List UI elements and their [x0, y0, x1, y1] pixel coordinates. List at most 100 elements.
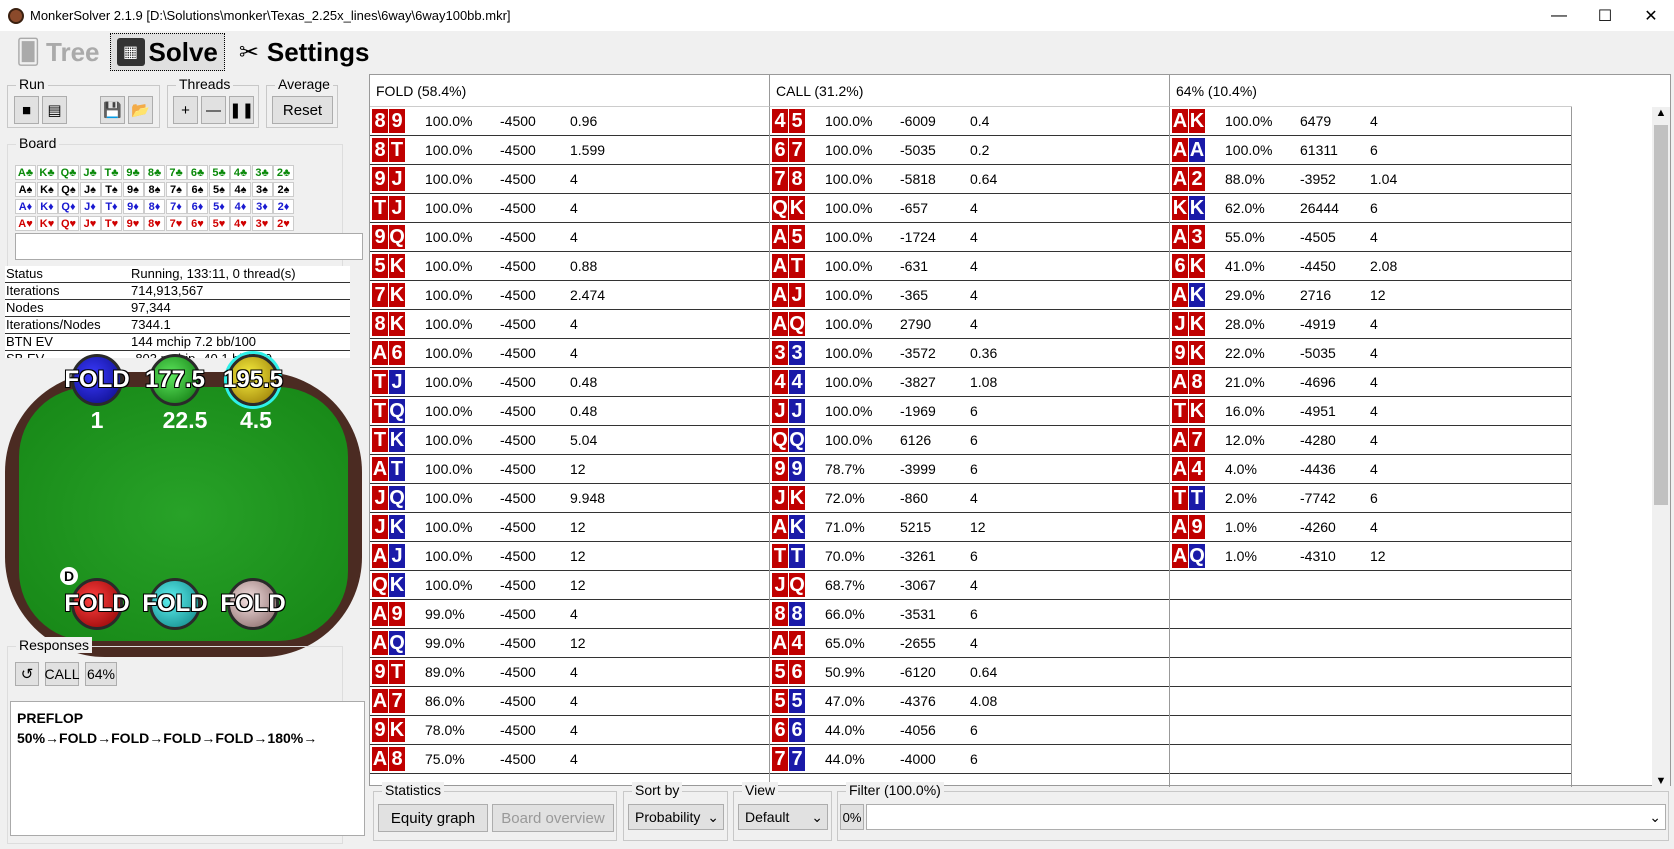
board-card-hearts[interactable]: 5♥	[208, 216, 230, 231]
hand-row[interactable]: A 2 88.0% -3952 1.04	[1170, 165, 1571, 194]
hand-row[interactable]: A 7 12.0% -4280 4	[1170, 426, 1571, 455]
hand-row[interactable]: A K 100.0% 6479 4	[1170, 107, 1571, 136]
hand-row[interactable]: 4 4 100.0% -3827 1.08	[770, 368, 1169, 397]
tab-tree[interactable]: 🂠 Tree	[8, 33, 106, 71]
board-card-diamonds[interactable]: 9♦	[122, 199, 144, 214]
board-card-diamonds[interactable]: A♦	[15, 199, 36, 214]
board-card-clubs[interactable]: 8♣	[144, 165, 165, 180]
hand-row[interactable]: A J 100.0% -365 4	[770, 281, 1169, 310]
board-card-hearts[interactable]: 6♥	[187, 216, 208, 231]
board-card-clubs[interactable]: A♣	[15, 165, 36, 180]
hand-row[interactable]: 7 7 44.0% -4000 6	[770, 745, 1169, 774]
board-card-diamonds[interactable]: 6♦	[187, 199, 208, 214]
hand-row[interactable]: A 3 55.0% -4505 4	[1170, 223, 1571, 252]
hand-row[interactable]: J Q 68.7% -3067 4	[770, 571, 1169, 600]
hand-row[interactable]: A 7 86.0% -4500 4	[370, 687, 769, 716]
hand-row[interactable]: A 5 100.0% -1724 4	[770, 223, 1169, 252]
hand-row[interactable]: A Q 99.0% -4500 12	[370, 629, 769, 658]
board-card-clubs[interactable]: 7♣	[165, 165, 187, 180]
board-card-diamonds[interactable]: 3♦	[251, 199, 273, 214]
hand-row[interactable]: A K 29.0% 2716 12	[1170, 281, 1571, 310]
hand-row[interactable]: 6 7 100.0% -5035 0.2	[770, 136, 1169, 165]
board-card-spades[interactable]: 5♠	[208, 182, 230, 197]
log-button[interactable]: ▤	[42, 96, 67, 124]
tab-settings[interactable]: ✂ Settings	[229, 33, 376, 71]
board-card-hearts[interactable]: Q♥	[58, 216, 79, 231]
hand-row[interactable]: T T 70.0% -3261 6	[770, 542, 1169, 571]
hand-row[interactable]: T T 2.0% -7742 6	[1170, 484, 1571, 513]
board-overview-button[interactable]: Board overview	[492, 804, 614, 832]
hand-row[interactable]: 6 K 41.0% -4450 2.08	[1170, 252, 1571, 281]
hand-row[interactable]: A Q 1.0% -4310 12	[1170, 542, 1571, 571]
board-card-hearts[interactable]: 4♥	[230, 216, 251, 231]
hand-row[interactable]: 9 K 22.0% -5035 4	[1170, 339, 1571, 368]
view-select[interactable]: Default ⌄	[738, 804, 828, 830]
hand-row[interactable]: 9 J 100.0% -4500 4	[370, 165, 769, 194]
board-card-spades[interactable]: 2♠	[273, 182, 294, 197]
board-card-diamonds[interactable]: J♦	[79, 199, 101, 214]
undo-button[interactable]: ↺	[15, 662, 39, 686]
board-card-spades[interactable]: 7♠	[165, 182, 187, 197]
board-card-spades[interactable]: 6♠	[187, 182, 208, 197]
board-card-spades[interactable]: Q♠	[58, 182, 79, 197]
hand-row[interactable]: 8 K 100.0% -4500 4	[370, 310, 769, 339]
board-card-spades[interactable]: K♠	[36, 182, 58, 197]
equity-graph-button[interactable]: Equity graph	[378, 804, 488, 832]
board-card-hearts[interactable]: A♥	[15, 216, 36, 231]
hand-row[interactable]: 7 8 100.0% -5818 0.64	[770, 165, 1169, 194]
board-card-spades[interactable]: 8♠	[144, 182, 165, 197]
hand-row[interactable]: 5 6 50.9% -6120 0.64	[770, 658, 1169, 687]
hand-row[interactable]: A 9 1.0% -4260 4	[1170, 513, 1571, 542]
raise-response-button[interactable]: 64%	[85, 662, 117, 686]
hand-row[interactable]: A 8 21.0% -4696 4	[1170, 368, 1571, 397]
hand-row[interactable]: A Q 100.0% 2790 4	[770, 310, 1169, 339]
board-card-hearts[interactable]: 9♥	[122, 216, 144, 231]
board-card-clubs[interactable]: 6♣	[187, 165, 208, 180]
hand-row[interactable]: T K 16.0% -4951 4	[1170, 397, 1571, 426]
board-card-clubs[interactable]: T♣	[101, 165, 122, 180]
hand-row[interactable]: A 4 65.0% -2655 4	[770, 629, 1169, 658]
hand-row[interactable]: A 6 100.0% -4500 4	[370, 339, 769, 368]
board-card-spades[interactable]: 9♠	[122, 182, 144, 197]
stop-button[interactable]: ■	[14, 96, 39, 124]
hand-row[interactable]: K K 62.0% 26444 6	[1170, 194, 1571, 223]
hand-row[interactable]: 9 Q 100.0% -4500 4	[370, 223, 769, 252]
board-card-spades[interactable]: 3♠	[251, 182, 273, 197]
board-card-clubs[interactable]: 4♣	[230, 165, 251, 180]
hand-row[interactable]: 7 K 100.0% -4500 2.474	[370, 281, 769, 310]
hand-row[interactable]: 5 5 47.0% -4376 4.08	[770, 687, 1169, 716]
maximize-button[interactable]: ☐	[1582, 0, 1628, 31]
board-card-hearts[interactable]: K♥	[36, 216, 58, 231]
board-card-diamonds[interactable]: K♦	[36, 199, 58, 214]
board-card-clubs[interactable]: 3♣	[251, 165, 273, 180]
hand-row[interactable]: 9 K 78.0% -4500 4	[370, 716, 769, 745]
scroll-up-icon[interactable]: ▲	[1652, 107, 1670, 119]
hand-row[interactable]: 9 T 89.0% -4500 4	[370, 658, 769, 687]
hand-row[interactable]: A J 100.0% -4500 12	[370, 542, 769, 571]
minimize-button[interactable]: —	[1536, 0, 1582, 31]
hand-row[interactable]: 4 5 100.0% -6009 0.4	[770, 107, 1169, 136]
board-card-hearts[interactable]: 2♥	[273, 216, 294, 231]
hand-row[interactable]: 8 8 66.0% -3531 6	[770, 600, 1169, 629]
board-card-diamonds[interactable]: T♦	[101, 199, 122, 214]
board-card-hearts[interactable]: T♥	[101, 216, 122, 231]
board-card-hearts[interactable]: J♥	[79, 216, 101, 231]
hand-row[interactable]: T K 100.0% -4500 5.04	[370, 426, 769, 455]
save-button[interactable]: 💾	[100, 96, 125, 124]
hand-row[interactable]: A 4 4.0% -4436 4	[1170, 455, 1571, 484]
board-input[interactable]	[15, 233, 363, 260]
reset-button[interactable]: Reset	[272, 96, 333, 124]
board-card-diamonds[interactable]: 5♦	[208, 199, 230, 214]
hand-row[interactable]: J K 28.0% -4919 4	[1170, 310, 1571, 339]
board-card-clubs[interactable]: 5♣	[208, 165, 230, 180]
board-card-diamonds[interactable]: 4♦	[230, 199, 251, 214]
board-card-hearts[interactable]: 8♥	[144, 216, 165, 231]
board-card-spades[interactable]: A♠	[15, 182, 36, 197]
hand-row[interactable]: J Q 100.0% -4500 9.948	[370, 484, 769, 513]
hand-row[interactable]: 8 9 100.0% -4500 0.96	[370, 107, 769, 136]
board-card-diamonds[interactable]: 2♦	[273, 199, 294, 214]
hand-row[interactable]: A T 100.0% -4500 12	[370, 455, 769, 484]
hand-row[interactable]: A T 100.0% -631 4	[770, 252, 1169, 281]
hand-row[interactable]: Q Q 100.0% 6126 6	[770, 426, 1169, 455]
hand-row[interactable]: Q K 100.0% -657 4	[770, 194, 1169, 223]
